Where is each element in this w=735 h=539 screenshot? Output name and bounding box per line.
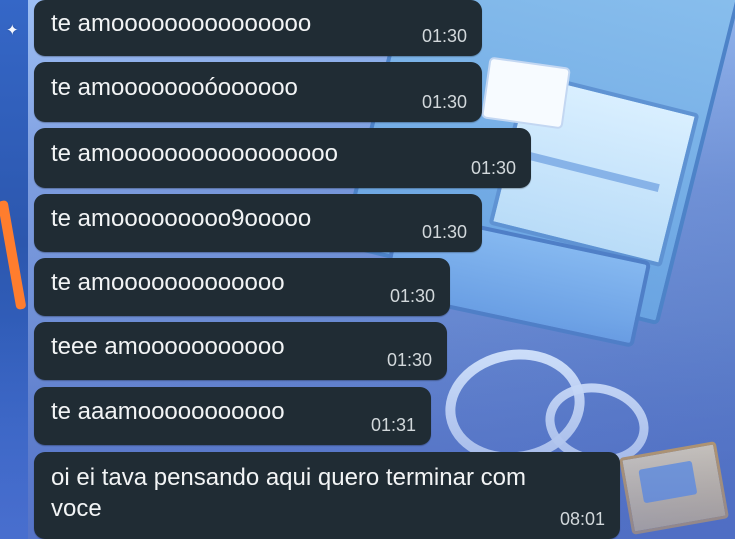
message-time: 01:30 xyxy=(389,286,435,306)
message-bubble[interactable]: te amoooooooóoooooo 01:30 xyxy=(34,62,482,122)
message-text: te amooooooooooooooooo xyxy=(51,140,338,167)
message-bubble[interactable]: te amooooooooooooooo 01:30 xyxy=(34,0,482,56)
message-time: 01:30 xyxy=(421,222,467,242)
message-text: te amooooooooooooooo xyxy=(51,10,312,37)
message-time: 08:01 xyxy=(559,509,605,529)
message-bubble[interactable]: teee amooooooooooo 01:30 xyxy=(34,322,447,380)
message-bubble[interactable]: te amooooooooo9ooooo 01:30 xyxy=(34,194,482,252)
message-text: te amooooooooooooo xyxy=(51,269,285,296)
chat-thread: ✦ te amooooooooooooooo 01:30 te amoooooo… xyxy=(0,0,735,539)
message-bubble[interactable]: te amooooooooooooooooo 01:30 xyxy=(34,128,531,188)
message-time: 01:30 xyxy=(421,26,467,46)
message-time: 01:31 xyxy=(370,415,416,435)
star-icon: ✦ xyxy=(6,22,19,39)
message-bubble[interactable]: oi ei tava pensando aqui quero terminar … xyxy=(34,452,620,539)
message-bubble[interactable]: te amooooooooooooo 01:30 xyxy=(34,258,450,316)
message-time: 01:30 xyxy=(421,92,467,112)
message-text: te amoooooooóoooooo xyxy=(51,74,298,101)
message-time: 01:30 xyxy=(386,350,432,370)
message-time: 01:30 xyxy=(470,158,516,178)
message-text: teee amooooooooooo xyxy=(51,333,285,360)
message-text: te aaamooooooooooo xyxy=(51,398,285,425)
message-text: te amooooooooo9ooooo xyxy=(51,205,312,232)
message-text: oi ei tava pensando aqui quero terminar … xyxy=(51,464,526,522)
message-bubble[interactable]: te aaamooooooooooo 01:31 xyxy=(34,387,431,445)
